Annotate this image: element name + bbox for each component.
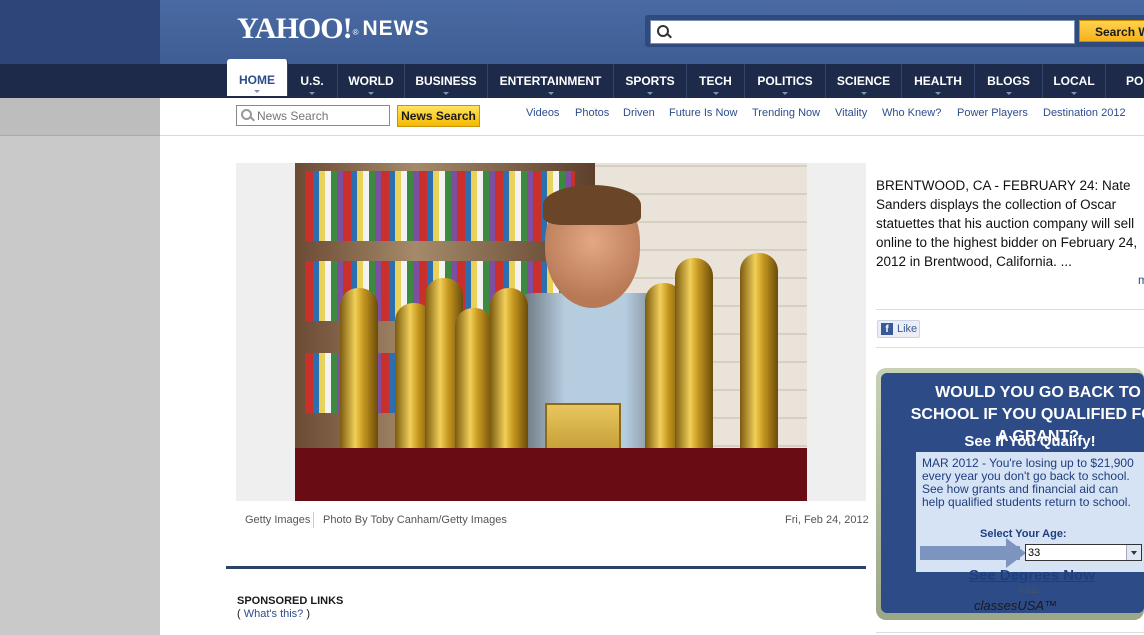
- divider: [876, 309, 1144, 310]
- left-gutter: [0, 0, 160, 635]
- whats-this-link[interactable]: What's this?: [244, 608, 304, 620]
- photo-date: Fri, Feb 24, 2012: [785, 514, 869, 526]
- photo-source: Getty Images: [245, 514, 311, 526]
- ad-body: MAR 2012 - You're losing up to $21,900 e…: [922, 456, 1134, 509]
- photo-credit: Photo By Toby Canham/Getty Images: [323, 514, 507, 526]
- subnav-link-who-knew[interactable]: Who Knew?: [882, 107, 941, 119]
- facebook-icon: f: [881, 323, 893, 335]
- photo-description: BRENTWOOD, CA - FEBRUARY 24: Nate Sander…: [876, 178, 1138, 269]
- nav-tab-health[interactable]: HEALTH: [902, 64, 975, 98]
- main-nav: HOME U.S. WORLD BUSINESS ENTERTAINMENT S…: [160, 59, 1144, 98]
- logo-registered: ®: [352, 28, 359, 37]
- nav-tab-local[interactable]: LOCAL: [1043, 64, 1106, 98]
- nav-tab-pop[interactable]: POP: [1106, 64, 1144, 98]
- subnav-link-power-players[interactable]: Power Players: [957, 107, 1028, 119]
- ad-copyright: © 2011: [1019, 589, 1038, 595]
- news-search-input[interactable]: [236, 105, 390, 126]
- whats-this-row: ( What's this? ): [237, 608, 310, 620]
- news-search-text[interactable]: [257, 108, 385, 123]
- subnav-link-vitality[interactable]: Vitality: [835, 107, 867, 119]
- ad-cta-link[interactable]: See Degrees Now: [969, 567, 1095, 584]
- photo-container: [236, 163, 866, 501]
- divider: [876, 347, 1144, 348]
- ad-brand: classesUSA™: [974, 598, 1058, 613]
- subnav-link-driven[interactable]: Driven: [623, 107, 655, 119]
- like-label: Like: [897, 323, 918, 335]
- nav-tab-us[interactable]: U.S.: [287, 64, 338, 98]
- ad-subhead: See If You Qualify!: [964, 433, 1096, 450]
- more-link[interactable]: m: [1138, 273, 1144, 287]
- web-search: Search W: [645, 15, 1144, 47]
- sponsored-links-title: SPONSORED LINKS: [237, 595, 344, 607]
- subnav-link-future-is-now[interactable]: Future Is Now: [669, 107, 737, 119]
- nav-tab-politics[interactable]: POLITICS: [745, 64, 826, 98]
- paren-open: (: [237, 608, 241, 620]
- ad-age-select[interactable]: 33: [1025, 544, 1142, 561]
- nav-tab-tech[interactable]: TECH: [687, 64, 745, 98]
- section-divider: [226, 566, 866, 569]
- nav-tab-blogs[interactable]: BLOGS: [975, 64, 1043, 98]
- main-photo[interactable]: [295, 163, 807, 501]
- web-search-button[interactable]: Search W: [1079, 20, 1144, 42]
- paren-close: ): [306, 608, 311, 620]
- subnav-link-trending-now[interactable]: Trending Now: [752, 107, 820, 119]
- web-search-input[interactable]: [650, 20, 1075, 44]
- yahoo-news-logo[interactable]: YAHOO! ® NEWS: [237, 12, 429, 46]
- nav-tab-home[interactable]: HOME: [227, 59, 288, 96]
- divider: [876, 632, 1144, 633]
- subnav-link-destination-2012[interactable]: Destination 2012: [1043, 107, 1126, 119]
- nav-tab-entertainment[interactable]: ENTERTAINMENT: [488, 64, 614, 98]
- logo-news: NEWS: [362, 17, 430, 40]
- subnav-link-photos[interactable]: Photos: [575, 107, 609, 119]
- caption-divider: [313, 512, 314, 528]
- search-icon: [657, 25, 669, 37]
- search-icon: [241, 109, 252, 120]
- nav-tab-business[interactable]: BUSINESS: [405, 64, 488, 98]
- subnav-link-videos[interactable]: Videos: [526, 107, 559, 119]
- nav-tab-world[interactable]: WORLD: [338, 64, 405, 98]
- news-search-button[interactable]: News Search: [397, 105, 480, 127]
- chevron-down-icon: [1126, 545, 1141, 560]
- facebook-like-button[interactable]: f Like: [877, 320, 920, 338]
- nav-tab-science[interactable]: SCIENCE: [826, 64, 902, 98]
- logo-yahoo: YAHOO!: [237, 12, 353, 45]
- ad-classesusa[interactable]: WOULD YOU GO BACK TO SCHOOL IF YOU QUALI…: [876, 368, 1144, 620]
- nav-tab-sports[interactable]: SPORTS: [614, 64, 687, 98]
- arrow-icon: [920, 546, 1020, 560]
